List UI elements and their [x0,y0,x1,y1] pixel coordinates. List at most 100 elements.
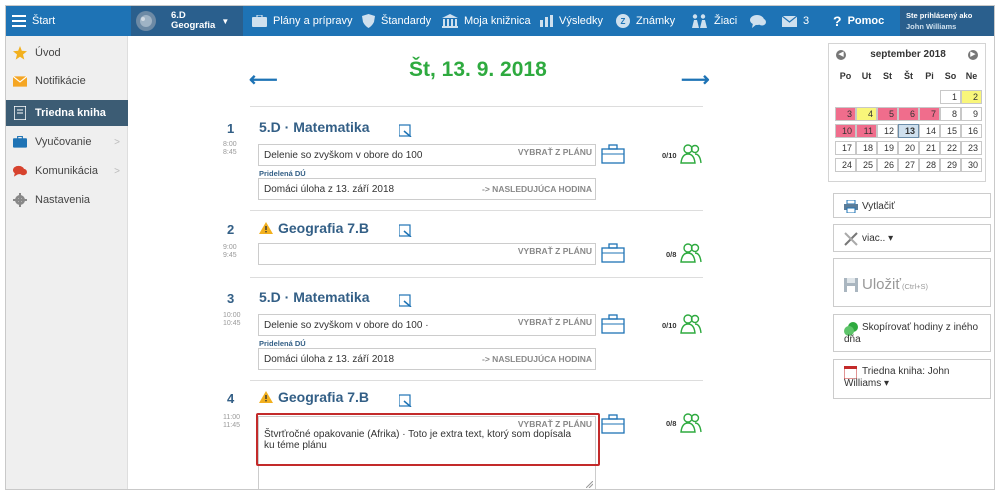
calendar-day[interactable]: 3 [835,107,856,121]
briefcase-icon[interactable] [601,314,625,334]
grades-icon: Z [616,14,630,28]
topic-field[interactable]: Delenie so zvyškom v obore do 100 VYBRAŤ… [258,144,596,166]
calendar-edit-icon[interactable] [399,294,412,307]
help-label: Pomoc [847,15,885,27]
students-attendance-icon[interactable] [680,144,702,164]
nav-grades-label: Známky [636,15,676,27]
next-day-arrow-icon[interactable]: ⟶ [681,67,710,92]
calendar-day[interactable]: 6 [898,107,919,121]
nav-grades[interactable]: Z Známky [616,6,675,36]
calendar-day[interactable]: 13 [898,124,919,138]
select-plan-link[interactable]: VYBRAŤ Z PLÁNU [518,246,592,256]
messages-button[interactable]: 3 [782,6,809,36]
lesson-subject[interactable]: 5.D · Matematika [259,289,369,305]
homework-next-lesson-link[interactable]: -> NASLEDUJÚCA HODINA [482,184,592,194]
briefcase-icon[interactable] [601,243,625,263]
calendar-day[interactable]: 27 [898,158,919,172]
sidebar-item-vyucovanie[interactable]: Vyučovanie > [6,129,128,155]
calendar-day[interactable]: 16 [961,124,982,138]
sidebar-item-uvod[interactable]: Úvod [6,40,128,66]
calendar-day[interactable]: 24 [835,158,856,172]
calendar-day[interactable]: 9 [961,107,982,121]
calendar-day[interactable]: 18 [856,141,877,155]
topic-field[interactable]: Delenie so zvyškom v obore do 100 · VYBR… [258,314,596,336]
lesson-number: 2 [227,222,235,237]
help-button[interactable]: ? Pomoc [833,6,884,36]
calendar-day[interactable]: 7 [919,107,940,121]
next-month-icon[interactable]: ▶ [968,50,978,60]
calendar-day[interactable]: 22 [940,141,961,155]
nav-library[interactable]: Moja knižnica [442,6,531,36]
calendar-day[interactable]: 20 [898,141,919,155]
sidebar-item-nastavenia[interactable]: Nastavenia [6,187,128,213]
chevron-right-icon: > [114,165,120,177]
calendar-day[interactable]: 2 [961,90,982,104]
calendar-weekday: St [883,71,892,81]
calendar-day[interactable]: 15 [940,124,961,138]
briefcase-icon[interactable] [601,144,625,164]
sidebar-item-notifikacie[interactable]: Notifikácie [6,68,128,94]
calendar-day[interactable]: 4 [856,107,877,121]
calendar-day[interactable]: 11 [856,124,877,138]
copy-lessons-button[interactable]: Skopírovať hodiny z iného dňa [833,314,991,352]
calendar-day[interactable]: 12 [877,124,898,138]
calendar-day[interactable]: 25 [856,158,877,172]
chat-button[interactable] [750,6,766,36]
calendar-day[interactable]: 29 [940,158,961,172]
class-selector[interactable]: 6.D Geografia ▼ [131,6,243,36]
select-plan-link[interactable]: VYBRAŤ Z PLÁNU [518,317,592,327]
nav-plans-label: Plány a prípravy [273,15,353,27]
lesson-subject[interactable]: Geografia 7.B [259,389,369,405]
print-button[interactable]: Vytlačiť [833,193,991,218]
briefcase-icon[interactable] [601,414,625,434]
calendar-day[interactable]: 23 [961,141,982,155]
calendar-day[interactable]: 30 [961,158,982,172]
class-avatar-icon [136,11,156,31]
class-book-owner-button[interactable]: Triedna kniha: John Williams ▾ [833,359,991,399]
students-attendance-icon[interactable] [680,243,702,263]
sidebar-item-komunikacia[interactable]: Komunikácia > [6,158,128,184]
calendar-day[interactable]: 19 [877,141,898,155]
divider [250,277,703,278]
homework-field[interactable]: Domáci úloha z 13. září 2018 -> NASLEDUJ… [258,178,596,200]
topic-field[interactable]: VYBRAŤ Z PLÁNU [258,243,596,265]
students-attendance-icon[interactable] [680,314,702,334]
calendar-edit-icon[interactable] [399,224,412,237]
calendar-day[interactable]: 26 [877,158,898,172]
calendar-edit-icon[interactable] [399,124,412,137]
more-button[interactable]: viac.. ▾ [833,224,991,252]
top-navigation-bar: Štart 6.D Geografia ▼ Plány a prípravy Š… [6,6,994,36]
calendar-weekday: So [944,71,957,81]
calendar-weekday: Ne [965,71,978,81]
nav-plans[interactable]: Plány a prípravy [252,6,352,36]
nav-results[interactable]: Výsledky [540,6,603,36]
calendar-day[interactable]: 8 [940,107,961,121]
calendar-day[interactable]: 14 [919,124,940,138]
calendar-day[interactable]: 17 [835,141,856,155]
previous-day-arrow-icon[interactable]: ⟵ [249,67,278,92]
calendar-day[interactable]: 28 [919,158,940,172]
star-icon [13,46,27,60]
homework-field[interactable]: Domáci úloha z 13. září 2018 -> NASLEDUJ… [258,348,596,370]
resize-handle-icon[interactable] [586,481,593,488]
user-menu[interactable]: Ste prihlásený ako John Williams [900,6,994,36]
nav-standards[interactable]: Štandardy [362,6,431,36]
calendar-day[interactable]: 10 [835,124,856,138]
lesson-time: 8:00 8:45 [223,141,237,156]
topic-text: Delenie so zvyškom v obore do 100 [264,150,423,161]
copy-label: Skopírovať hodiny z iného dňa [844,322,979,345]
calendar-edit-icon[interactable] [399,394,412,407]
sidebar-item-triedna-kniha[interactable]: Triedna kniha [6,100,128,126]
calendar-day[interactable]: 5 [877,107,898,121]
save-button[interactable]: Uložiť (Ctrl+S) [833,258,991,307]
homework-next-lesson-link[interactable]: -> NASLEDUJÚCA HODINA [482,354,592,364]
nav-students[interactable]: Žiaci [690,6,737,36]
envelope-icon [13,74,27,88]
start-button[interactable]: Štart [12,6,55,36]
select-plan-link[interactable]: VYBRAŤ Z PLÁNU [518,147,592,157]
lesson-subject[interactable]: Geografia 7.B [259,220,369,236]
students-attendance-icon[interactable] [680,413,702,433]
calendar-day[interactable]: 1 [940,90,961,104]
lesson-subject[interactable]: 5.D · Matematika [259,119,369,135]
calendar-day[interactable]: 21 [919,141,940,155]
